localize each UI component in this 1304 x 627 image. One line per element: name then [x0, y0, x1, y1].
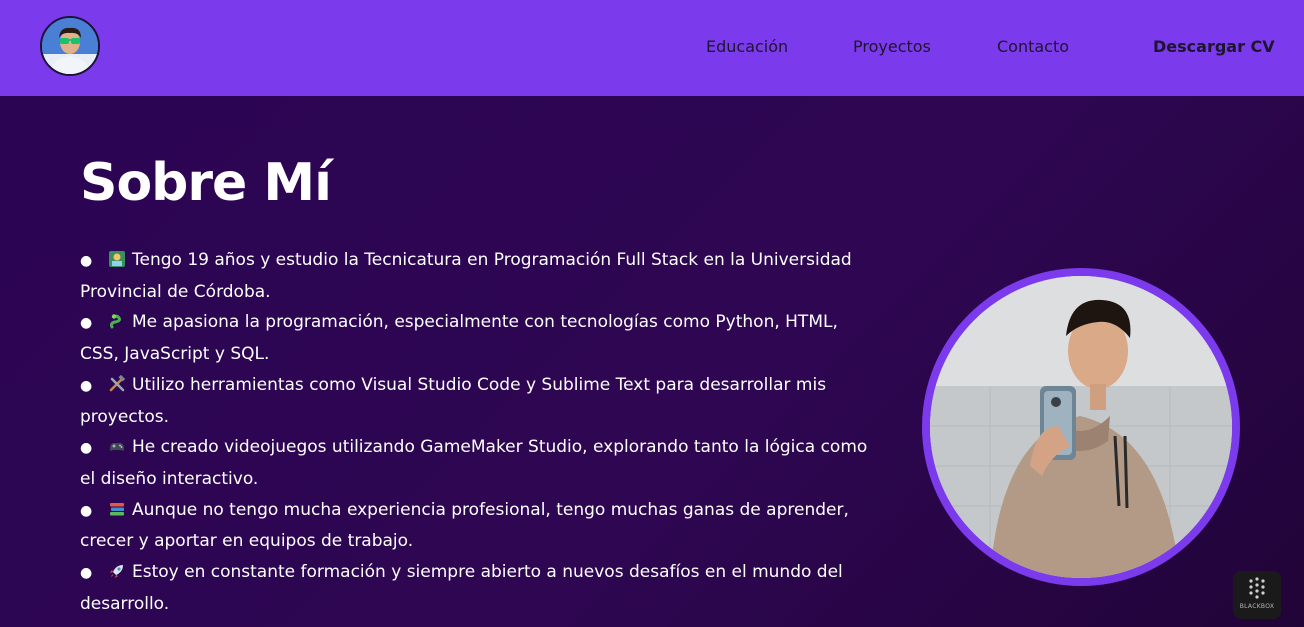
- navbar: Educación Proyectos Contacto Descargar C…: [0, 0, 1304, 96]
- books-emoji-icon: [110, 502, 124, 516]
- bullet-icon: ●: [80, 565, 93, 582]
- list-item: ● Estoy en constante formación y siempre…: [80, 557, 880, 619]
- list-item-text: Me apasiona la programación, especialmen…: [80, 312, 838, 365]
- about-list: ● Tengo 19 años y estudio la Tecnicatura…: [80, 245, 880, 619]
- snake-emoji-icon: [109, 314, 121, 329]
- profile-photo: [922, 268, 1240, 586]
- mirror-selfie-image-icon: [930, 276, 1232, 578]
- list-item-text: Aunque no tengo mucha experiencia profes…: [80, 499, 849, 552]
- hammer-wrench-emoji-icon: [109, 374, 126, 392]
- list-item-text: Utilizo herramientas como Visual Studio …: [80, 374, 827, 427]
- avatar-portrait-icon: [42, 18, 98, 74]
- game-controller-emoji-icon: [110, 443, 124, 452]
- profile-photo-image: [930, 276, 1232, 578]
- bullet-icon: ●: [80, 253, 93, 269]
- nav-link-contacto[interactable]: Contacto: [997, 36, 1069, 58]
- bullet-icon: ●: [80, 440, 93, 457]
- nav-link-proyectos[interactable]: Proyectos: [853, 36, 931, 58]
- list-item: ● He creado videojuegos utilizando GameM…: [80, 432, 880, 494]
- list-item: ● Tengo 19 años y estudio la Tecnicatura…: [80, 245, 880, 307]
- bullet-icon: ●: [80, 502, 93, 519]
- list-item-text: Estoy en constante formación y siempre a…: [80, 562, 843, 614]
- list-item: ● Aunque no tengo mucha experiencia prof…: [80, 495, 880, 557]
- blackbox-label: BLACKBOX: [1239, 603, 1275, 610]
- section-title: Sobre Mí: [80, 153, 332, 213]
- blackbox-logo-icon: [1249, 577, 1265, 599]
- list-item: ● Utilizo herramientas como Visual Studi…: [80, 370, 880, 432]
- list-item-text: Tengo 19 años y estudio la Tecnicatura e…: [80, 250, 852, 302]
- bullet-icon: ●: [80, 377, 93, 394]
- list-item-text: He creado videojuegos utilizando GameMak…: [80, 437, 868, 489]
- technologist-emoji-icon: [109, 251, 125, 267]
- nav-avatar[interactable]: [40, 16, 100, 76]
- list-item: ● Me apasiona la programación, especialm…: [80, 307, 880, 369]
- bullet-icon: ●: [80, 315, 93, 332]
- blackbox-widget-button[interactable]: BLACKBOX: [1233, 571, 1281, 619]
- download-cv-button[interactable]: Descargar CV: [1153, 36, 1275, 58]
- rocket-emoji-icon: [110, 565, 123, 579]
- nav-link-educacion[interactable]: Educación: [706, 36, 788, 58]
